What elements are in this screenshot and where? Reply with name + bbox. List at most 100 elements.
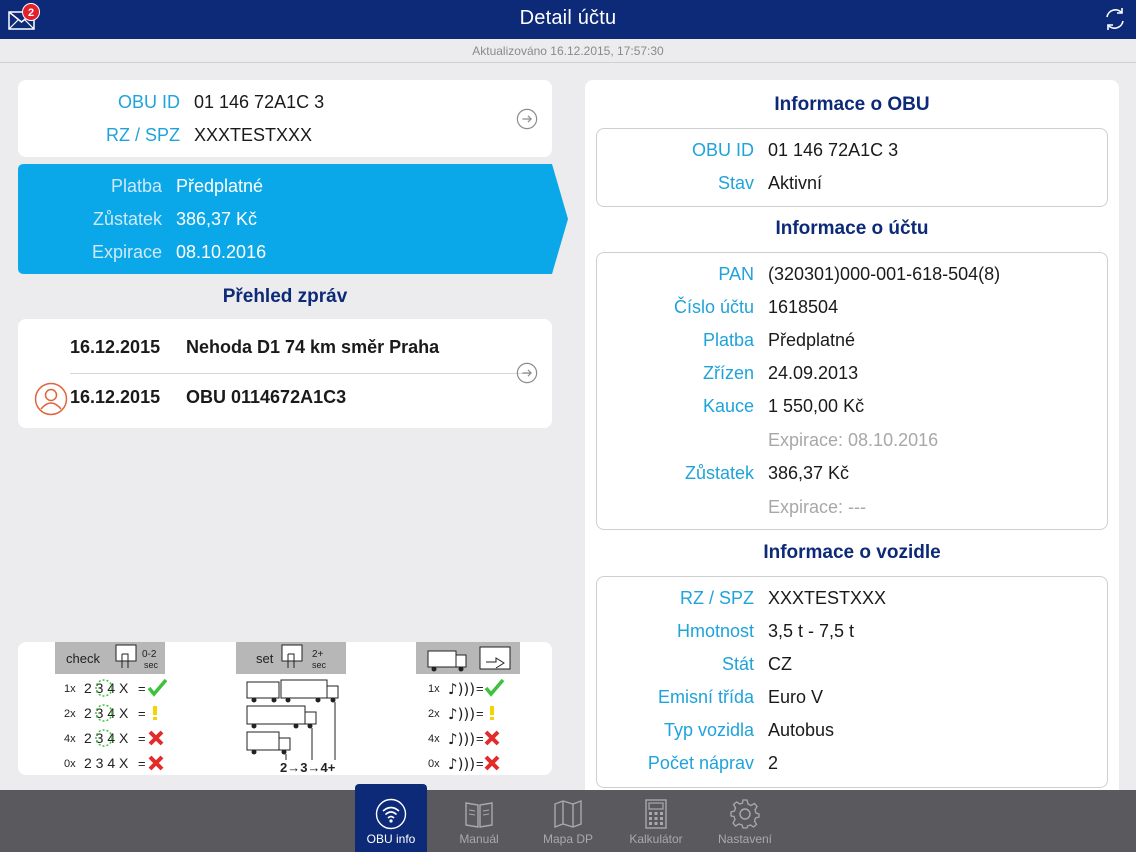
messages-title: Přehled zpráv [222,286,348,307]
check-label: check [66,651,100,666]
obu-info-box: OBU ID 01 146 72A1C 3 Stav Aktivní [596,128,1108,207]
tab-label: Manuál [459,832,499,846]
vehicle-info-value: Euro V [768,687,824,707]
account-info-value: 24.09.2013 [768,363,859,383]
set-label: set [256,651,274,666]
legend-digits: 2 3 4 X [84,755,129,771]
rz-label: RZ / SPZ [105,125,180,145]
svg-text:=: = [476,756,484,771]
platba-value: Předplatné [176,176,264,196]
account-info-label: Zůstatek [684,463,754,483]
svg-text:=: = [138,706,146,721]
vehicle-info-label: Počet náprav [647,753,754,773]
check-sec: sec [144,660,159,670]
vehicle-info-label: Stát [721,654,754,674]
account-info-label: Zřízen [702,363,754,383]
message-item[interactable]: 16.12.2015 OBU 0114672A1C3 [18,369,552,419]
vehicle-info-value: CZ [768,654,792,674]
legend-row-2x: 2x [428,708,440,720]
legend-row-4x: 4x [64,733,76,745]
calculator-icon [645,799,667,829]
message-date: 16.12.2015 [70,337,161,357]
message-item[interactable]: 16.12.2015 Nehoda D1 74 km směr Praha [18,319,552,369]
wifi-icon [375,798,407,830]
vehicle-info-value: XXXTESTXXX [768,588,887,608]
message-text: Nehoda D1 74 km směr Praha [186,337,440,357]
arrow-right-icon[interactable] [516,108,538,130]
platba-label: Platba [110,176,162,196]
account-info-label: Platba [702,330,754,350]
legend-row-2x: 2x [64,708,76,720]
vehicle-info-label: Emisní třída [657,687,754,707]
legend-row-0x: 0x [428,758,440,770]
svg-text:♪))): ♪))) [448,705,475,723]
legend-digits: 2 3 4 X [84,705,129,721]
tab-settings[interactable]: Nastavení [709,790,781,852]
svg-text:♪))): ♪))) [448,680,475,698]
vehicle-info-box: RZ / SPZ XXXTESTXXX Hmotnost 3,5 t - 7,5… [596,576,1108,788]
payment-card[interactable]: Platba Předplatné Zůstatek 386,37 Kč Exp… [18,164,568,274]
svg-text:=: = [476,731,484,746]
set-time: 2+ [312,649,324,660]
zustatek-label: Zůstatek [92,209,162,229]
obu-info-label: Stav [717,173,754,193]
obu-info-label: OBU ID [691,140,754,160]
legend-digits: 2 3 4 X [84,680,129,696]
svg-text:=: = [476,706,484,721]
tab-label: OBU info [366,832,416,846]
tab-label: Kalkulátor [629,832,683,846]
obu-id-value: 01 146 72A1C 3 [194,92,325,112]
legend-graphic: check 0-2 sec set 2+ sec 1x 2x 4x 0x 2 3… [55,642,520,775]
vehicle-info-label: RZ / SPZ [679,588,754,608]
last-updated: Aktualizováno 16.12.2015, 17:57:30 [0,39,1136,63]
arrow-right-icon[interactable] [516,362,538,384]
legend-row-1x: 1x [64,683,76,695]
legend-digits: 2 3 4 X [84,730,129,746]
legend-row-4x: 4x [428,733,440,745]
account-info-box: PAN (320301)000-001-618-504(8) Číslo účt… [596,252,1108,530]
tab-obu-info[interactable]: OBU info [355,784,427,852]
obu-info-title: Informace o OBU [774,94,930,115]
messages-card[interactable]: 16.12.2015 Nehoda D1 74 km směr Praha 16… [18,319,552,428]
account-info-title: Informace o účtu [775,218,929,239]
vehicle-info-label: Hmotnost [676,621,754,641]
account-info-value: Předplatné [768,330,856,350]
tab-map[interactable]: Mapa DP [532,790,604,852]
expirace-label: Expirace [91,242,162,262]
refresh-icon[interactable] [1102,6,1128,32]
svg-text:=: = [138,756,146,771]
tab-label: Nastavení [717,832,773,846]
map-icon [554,799,582,829]
page-title: Detail účtu [519,7,617,29]
vehicle-info-value: Autobus [768,720,835,740]
account-info-value: (320301)000-001-618-504(8) [768,264,1001,284]
tab-label: Mapa DP [542,832,594,846]
balance-expiration: Expirace: --- [768,497,867,517]
svg-text:=: = [476,681,484,696]
book-icon [465,802,493,828]
obu-info-value: 01 146 72A1C 3 [768,140,899,160]
deposit-expiration: Expirace: 08.10.2016 [768,430,939,450]
rz-value: XXXTESTXXX [194,125,313,145]
app-header: 2 Detail účtu [0,0,1136,39]
account-info-label: Číslo účtu [673,297,754,317]
svg-text:=: = [138,731,146,746]
svg-text:♪))): ♪))) [448,755,475,773]
svg-text:♪))): ♪))) [448,730,475,748]
message-date: 16.12.2015 [70,387,161,407]
detail-panel: Informace o OBU OBU ID 01 146 72A1C 3 St… [585,80,1119,790]
obu-id-label: OBU ID [117,92,180,112]
svg-text:=: = [138,681,146,696]
account-info-value: 386,37 Kč [768,463,850,483]
bottom-tab-bar: OBU info Manuál Mapa DP Kalkulátor Nasta… [0,784,1136,852]
obu-summary-card[interactable]: OBU ID 01 146 72A1C 3 RZ / SPZ XXXTESTXX… [18,80,552,157]
set-sec: sec [312,660,327,670]
vehicle-info-label: Typ vozidla [663,720,754,740]
vehicle-info-value: 3,5 t - 7,5 t [768,621,855,641]
obu-info-value: Aktivní [768,173,823,193]
tab-manual[interactable]: Manuál [443,790,515,852]
legend-row-1x: 1x [428,683,440,695]
account-info-label: Kauce [702,396,754,416]
expirace-value: 08.10.2016 [176,242,267,262]
tab-calculator[interactable]: Kalkulátor [620,790,692,852]
